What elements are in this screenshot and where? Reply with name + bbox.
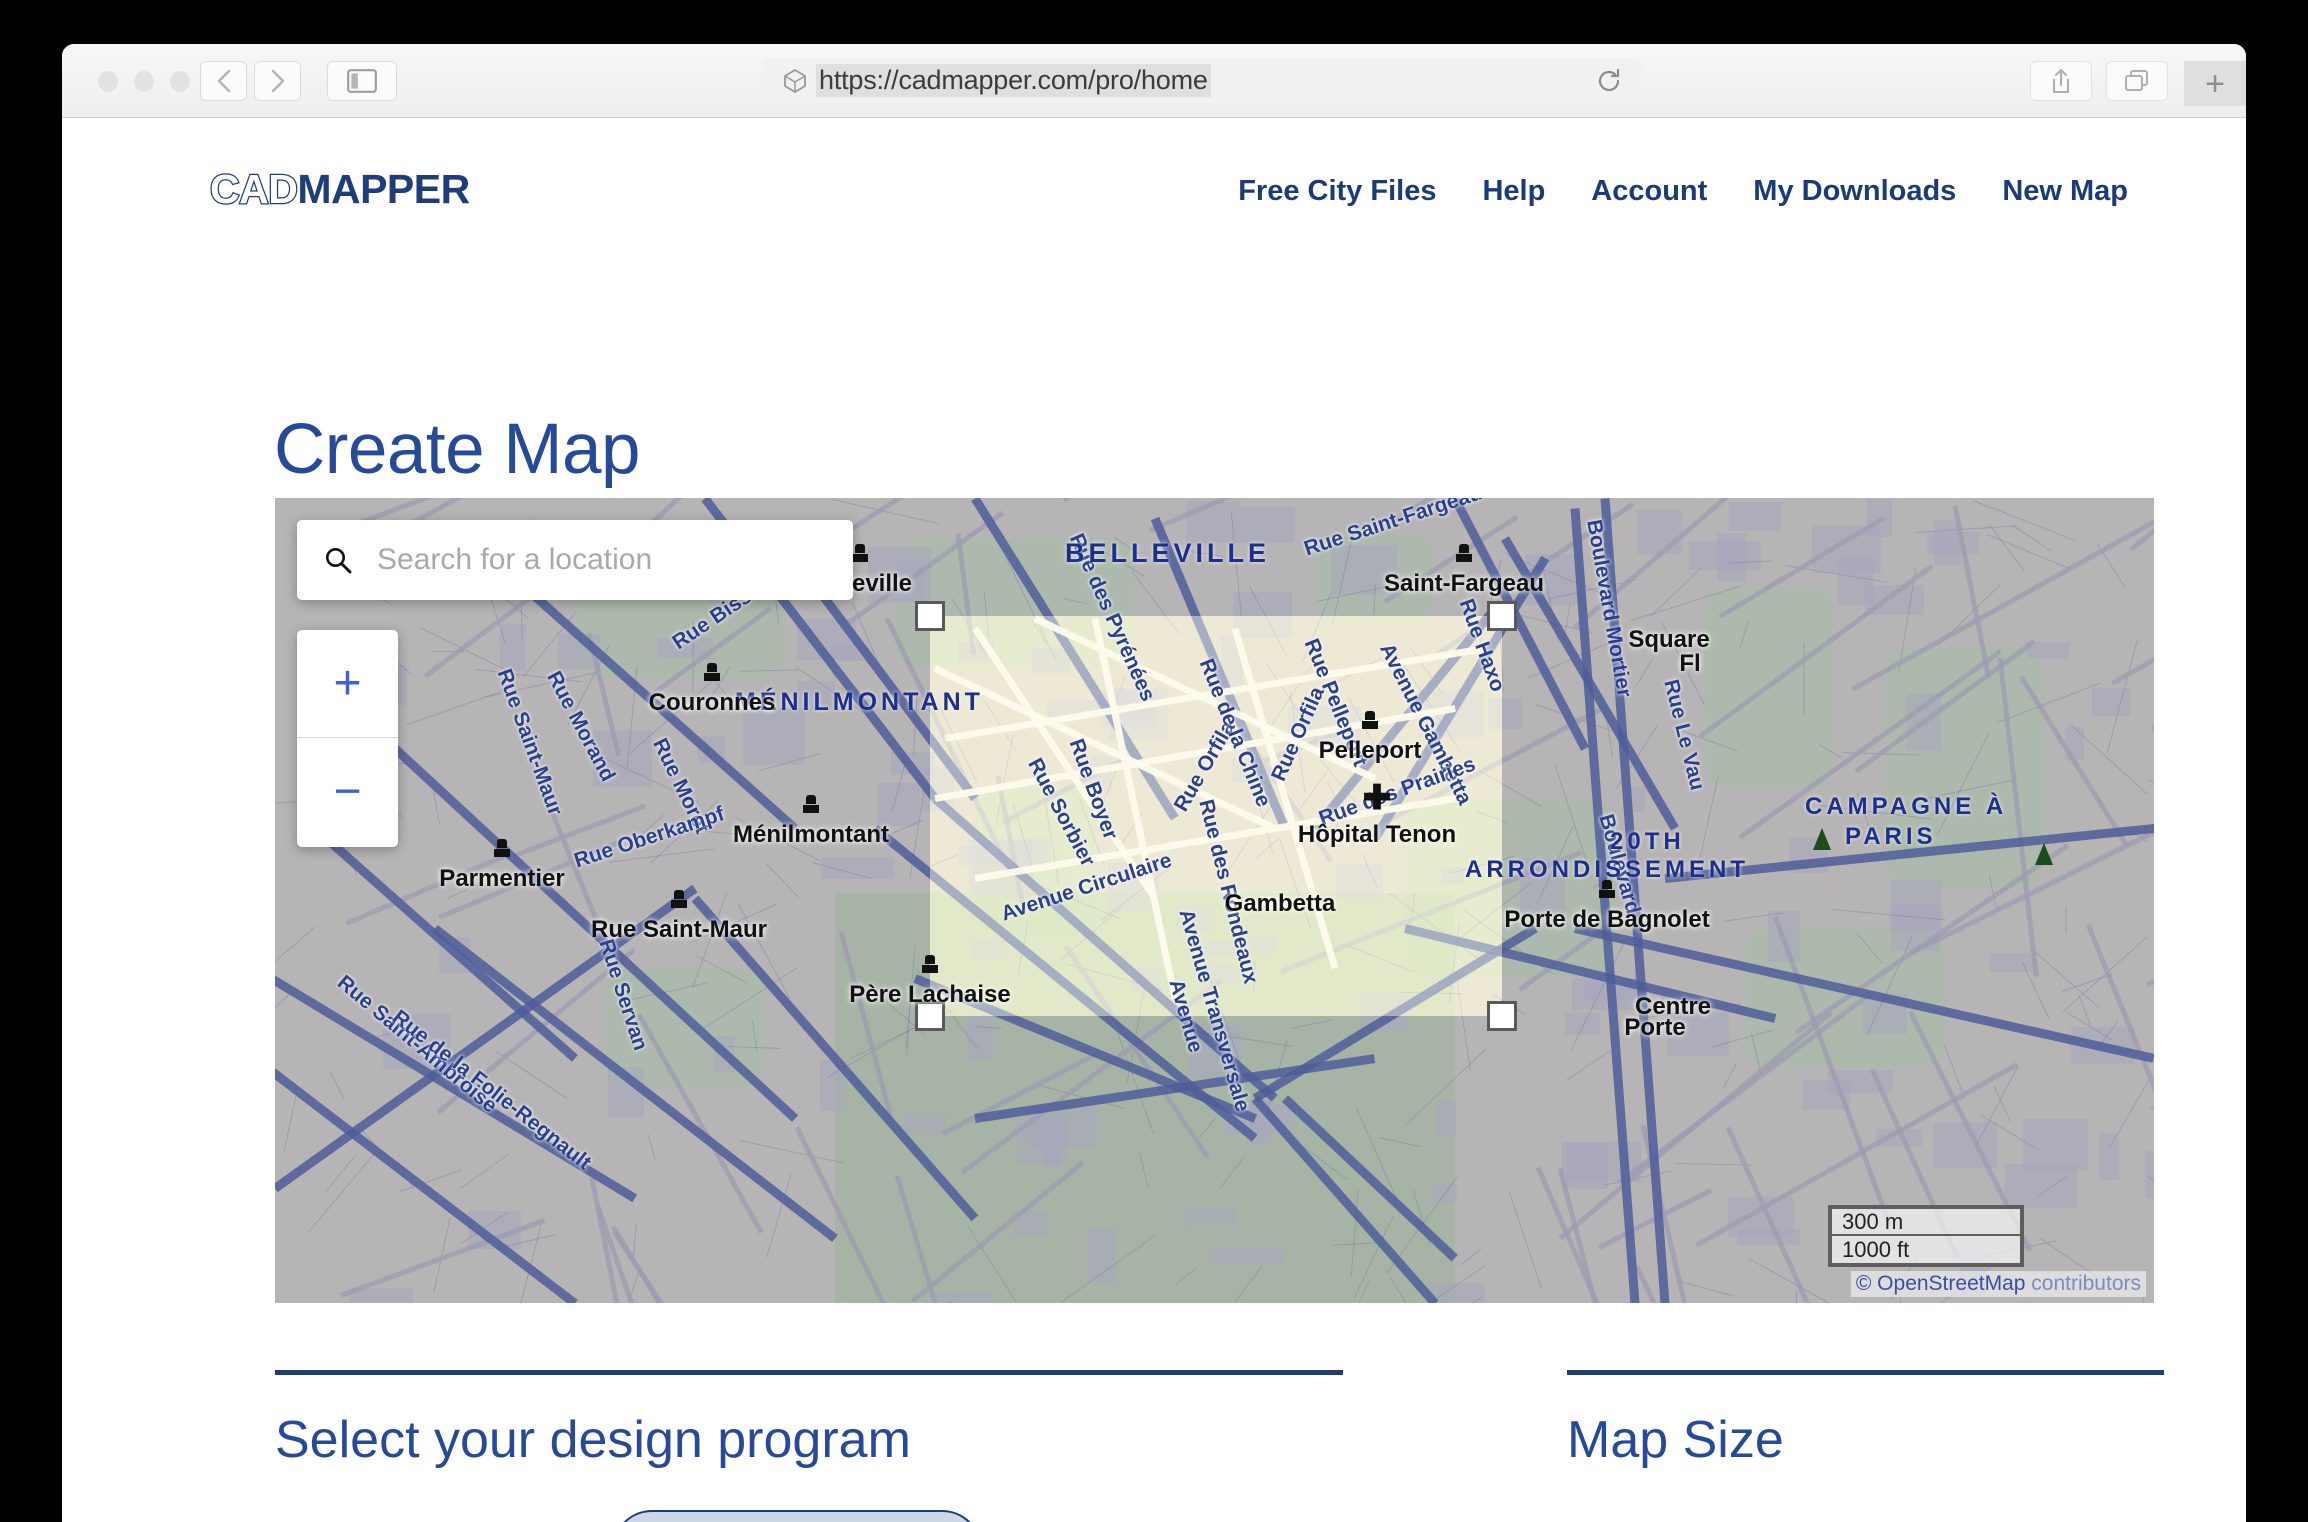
- map-size-section-rule: [1567, 1370, 2164, 1375]
- page-title: Create Map: [274, 409, 640, 489]
- map-district-label: PARIS: [1845, 823, 1937, 850]
- forward-button[interactable]: [254, 61, 301, 101]
- logo-cad: CAD: [209, 165, 299, 214]
- map-scale-bar: 300 m 1000 ft: [1828, 1205, 2024, 1267]
- reload-icon[interactable]: [1596, 68, 1622, 94]
- new-tab-button[interactable]: +: [2184, 61, 2246, 106]
- map-attribution[interactable]: © OpenStreetMap contributors: [1850, 1271, 2146, 1297]
- metro-station-icon: [671, 890, 687, 910]
- design-program-list: AutoCAD SketchUp 2015 ✓: [270, 1510, 1350, 1522]
- site-header: CADMAPPER Free City Files Help Account M…: [62, 118, 2246, 233]
- metro-station-icon: [1362, 711, 1378, 731]
- sidebar-toggle-button[interactable]: [327, 61, 397, 101]
- map-place-label: Ménilmontant: [733, 821, 889, 848]
- zoom-in-button[interactable]: +: [297, 630, 398, 738]
- program-sketchup[interactable]: SketchUp 2015 ✓: [611, 1510, 982, 1522]
- address-bar[interactable]: https://cadmapper.com/pro/home: [762, 58, 1642, 103]
- selection-handle-top-left[interactable]: [915, 601, 945, 631]
- metro-station-icon: [1599, 880, 1615, 900]
- map-place-label: Père Lachaise: [849, 981, 1011, 1008]
- metro-station-icon: [922, 955, 938, 975]
- zoom-out-button[interactable]: −: [297, 738, 398, 846]
- nav-free-city-files[interactable]: Free City Files: [1238, 175, 1436, 208]
- nav-account[interactable]: Account: [1591, 175, 1707, 208]
- back-chevron-icon: [217, 69, 230, 93]
- forward-chevron-icon: [271, 69, 284, 93]
- map-place-label: Fl: [1679, 650, 1701, 677]
- selection-handle-bottom-right[interactable]: [1487, 1001, 1517, 1031]
- hospital-icon: ✚: [1362, 779, 1392, 817]
- maximize-window-button[interactable]: [170, 71, 190, 92]
- map-place-label: Gambetta: [1224, 890, 1336, 917]
- page-content: CADMAPPER Free City Files Help Account M…: [62, 118, 2246, 1522]
- attribution-contributors: contributors: [2031, 1272, 2141, 1295]
- minimize-window-button[interactable]: [134, 71, 154, 92]
- map-place-label: Couronnes: [648, 689, 776, 716]
- window-traffic-lights: [98, 71, 190, 92]
- sidebar-toggle-icon: [347, 69, 377, 93]
- metro-station-icon: [494, 839, 510, 859]
- browser-window: https://cadmapper.com/pro/home + CADMAPP…: [62, 44, 2246, 1522]
- toolbar-right-actions: [2030, 61, 2168, 101]
- map-place-label: Hôpital Tenon: [1297, 821, 1457, 848]
- tab-overview-button[interactable]: [2106, 61, 2168, 101]
- map-district-label: BELLEVILLE: [1065, 538, 1271, 568]
- tree-icon: [2035, 843, 2053, 865]
- map-place-label: Pelleport: [1318, 737, 1422, 764]
- selection-handle-top-right[interactable]: [1487, 601, 1517, 631]
- location-search-box[interactable]: [297, 520, 853, 600]
- map-district-label: 20TH: [1610, 828, 1685, 855]
- map-canvas[interactable]: Rue Bisson Rue Morand Rue Saint-Maur Rue Mo…: [275, 498, 2154, 1303]
- metro-station-icon: [852, 544, 868, 564]
- map-selection-area[interactable]: [930, 616, 1502, 1016]
- search-input[interactable]: [375, 542, 837, 578]
- map-district-label: CAMPAGNE À: [1805, 793, 2008, 820]
- design-section-rule: [275, 1370, 1343, 1375]
- map-place-label: Parmentier: [439, 865, 565, 892]
- map-place-label: Porte de Bagnolet: [1504, 906, 1710, 933]
- url-text: https://cadmapper.com/pro/home: [816, 64, 1211, 97]
- map-size-section-title: Map Size: [1567, 1411, 1784, 1469]
- map-zoom-controls[interactable]: + −: [297, 630, 398, 847]
- map-place-label: Rue Saint-Maur: [590, 916, 768, 943]
- scale-imperial: 1000 ft: [1828, 1236, 2024, 1267]
- nav-help[interactable]: Help: [1482, 175, 1545, 208]
- browser-toolbar: https://cadmapper.com/pro/home +: [62, 44, 2246, 118]
- scale-metric: 300 m: [1828, 1205, 2024, 1236]
- site-logo[interactable]: CADMAPPER: [209, 165, 471, 214]
- cube-icon: [784, 68, 806, 93]
- back-button[interactable]: [200, 61, 247, 101]
- metro-station-icon: [704, 663, 720, 683]
- nav-new-map[interactable]: New Map: [2002, 175, 2128, 208]
- attribution-osm: © OpenStreetMap: [1855, 1272, 2026, 1295]
- close-window-button[interactable]: [98, 71, 118, 92]
- metro-station-icon: [803, 795, 819, 815]
- search-icon: [326, 548, 352, 574]
- logo-mapper: MAPPER: [297, 166, 470, 212]
- share-button[interactable]: [2030, 61, 2092, 101]
- map-viewport[interactable]: Rue Bisson Rue Morand Rue Saint-Maur Rue Mo…: [275, 498, 2154, 1303]
- nav-my-downloads[interactable]: My Downloads: [1753, 175, 1956, 208]
- tab-overview-icon: [2124, 69, 2149, 92]
- map-place-label: Saint-Fargeau: [1383, 570, 1545, 597]
- main-navigation: Free City Files Help Account My Download…: [1238, 175, 2128, 208]
- share-icon: [2052, 68, 2070, 94]
- metro-station-icon: [1456, 544, 1472, 564]
- design-section-title: Select your design program: [275, 1411, 911, 1469]
- free-file-label: FREE FILE: [1567, 1518, 1710, 1522]
- tree-icon: [1813, 828, 1831, 850]
- map-place-label: Porte: [1624, 1014, 1686, 1041]
